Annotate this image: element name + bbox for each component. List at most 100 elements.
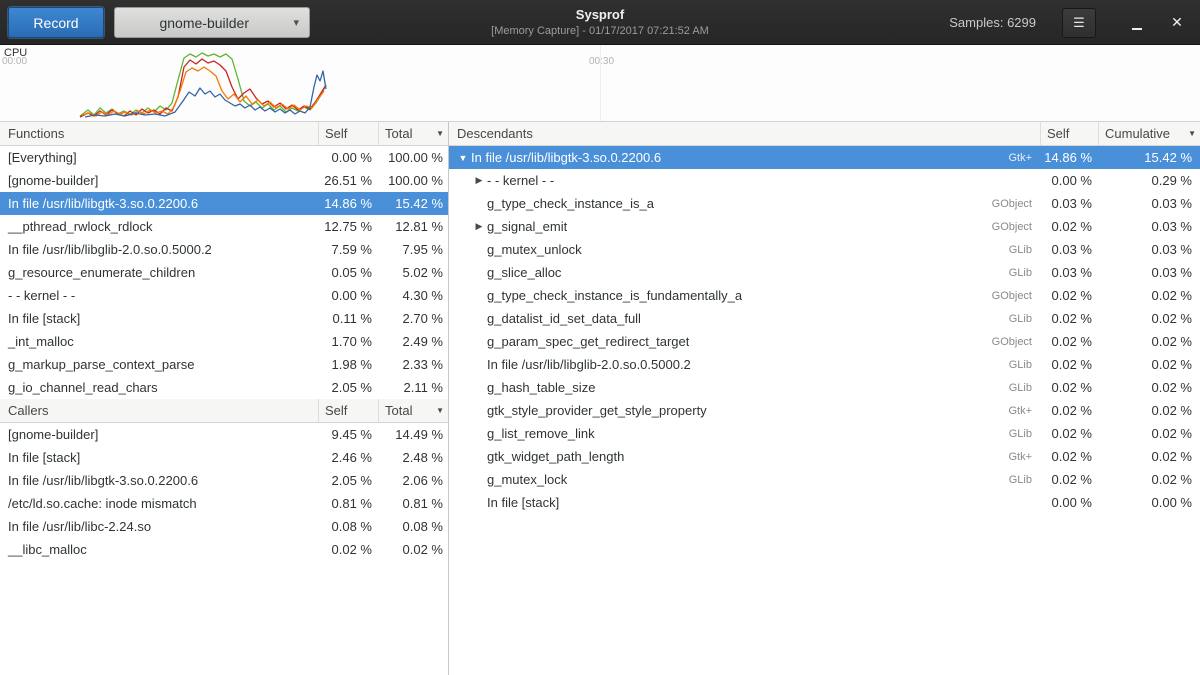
minimize-button[interactable] — [1124, 10, 1150, 36]
function-name: g_mutex_unlock — [487, 242, 582, 257]
table-row[interactable]: g_datalist_id_set_data_fullGLib0.02 %0.0… — [449, 307, 1200, 330]
self-percent: 0.02 % — [1040, 472, 1098, 487]
table-row[interactable]: ▶g_signal_emitGObject0.02 %0.03 % — [449, 215, 1200, 238]
table-row[interactable]: g_param_spec_get_redirect_targetGObject0… — [449, 330, 1200, 353]
table-row[interactable]: _int_malloc1.70 %2.49 % — [0, 330, 448, 353]
function-name: In file [stack] — [487, 495, 559, 510]
total-percent: 100.00 % — [378, 173, 448, 188]
app-title: Sysprof — [491, 7, 709, 22]
hamburger-icon: ☰ — [1073, 15, 1085, 31]
table-row[interactable]: g_mutex_unlockGLib0.03 %0.03 % — [449, 238, 1200, 261]
function-name: g_list_remove_link — [487, 426, 595, 441]
table-row[interactable]: In file [stack]0.00 %0.00 % — [449, 491, 1200, 514]
total-percent: 0.02 % — [378, 542, 448, 557]
function-name: /etc/ld.so.cache: inode mismatch — [0, 496, 318, 511]
cpu-graph[interactable]: CPU 00:00 00:30 — [0, 45, 1200, 122]
table-row[interactable]: ▼In file /usr/lib/libgtk-3.so.0.2200.6Gt… — [449, 146, 1200, 169]
library-label: GLib — [1009, 428, 1040, 440]
callers-header-label: Callers — [8, 403, 48, 418]
table-row[interactable]: - - kernel - -0.00 %4.30 % — [0, 284, 448, 307]
close-button[interactable]: ✕ — [1164, 10, 1190, 36]
table-row[interactable]: In file /usr/lib/libglib-2.0.so.0.5000.2… — [449, 353, 1200, 376]
function-name: In file /usr/lib/libc-2.24.so — [0, 519, 318, 534]
cumulative-percent: 0.02 % — [1098, 426, 1200, 441]
table-row[interactable]: In file [stack]2.46 %2.48 % — [0, 446, 448, 469]
table-row[interactable]: g_hash_table_sizeGLib0.02 %0.02 % — [449, 376, 1200, 399]
table-row[interactable]: [gnome-builder]26.51 %100.00 % — [0, 169, 448, 192]
table-row[interactable]: /etc/ld.so.cache: inode mismatch0.81 %0.… — [0, 492, 448, 515]
function-name: g_resource_enumerate_children — [0, 265, 318, 280]
minimize-icon — [1132, 28, 1142, 30]
function-name: In file /usr/lib/libglib-2.0.so.0.5000.2 — [0, 242, 318, 257]
table-row[interactable]: g_list_remove_linkGLib0.02 %0.02 % — [449, 422, 1200, 445]
table-row[interactable]: In file /usr/lib/libc-2.24.so0.08 %0.08 … — [0, 515, 448, 538]
library-label: GObject — [992, 198, 1040, 210]
self-column-header[interactable]: Self — [318, 122, 378, 145]
function-name: g_hash_table_size — [487, 380, 595, 395]
function-name: g_slice_alloc — [487, 265, 561, 280]
table-row[interactable]: In file /usr/lib/libgtk-3.so.0.2200.62.0… — [0, 469, 448, 492]
table-row[interactable]: In file [stack]0.11 %2.70 % — [0, 307, 448, 330]
callers-total-column-header[interactable]: Total ▼ — [378, 399, 448, 422]
expander-icon[interactable]: ▶ — [471, 175, 487, 186]
table-row[interactable]: __pthread_rwlock_rdlock12.75 %12.81 % — [0, 215, 448, 238]
self-percent: 0.00 % — [318, 288, 378, 303]
table-row[interactable]: g_mutex_lockGLib0.02 %0.02 % — [449, 468, 1200, 491]
descendants-rows: ▼In file /usr/lib/libgtk-3.so.0.2200.6Gt… — [449, 146, 1200, 514]
self-percent: 2.05 % — [318, 473, 378, 488]
descendants-column-header[interactable]: Descendants — [449, 122, 1040, 145]
total-column-header[interactable]: Total ▼ — [378, 122, 448, 145]
table-row[interactable]: gtk_style_provider_get_style_propertyGtk… — [449, 399, 1200, 422]
table-row[interactable]: g_resource_enumerate_children0.05 %5.02 … — [0, 261, 448, 284]
table-row[interactable]: g_type_check_instance_is_aGObject0.03 %0… — [449, 192, 1200, 215]
table-row[interactable]: g_markup_parse_context_parse1.98 %2.33 % — [0, 353, 448, 376]
descendants-self-column-header[interactable]: Self — [1040, 122, 1098, 145]
function-name: In file /usr/lib/libgtk-3.so.0.2200.6 — [471, 150, 661, 165]
function-name: In file /usr/lib/libgtk-3.so.0.2200.6 — [0, 473, 318, 488]
table-row[interactable]: __libc_malloc0.02 %0.02 % — [0, 538, 448, 561]
table-row[interactable]: gtk_widget_path_lengthGtk+0.02 %0.02 % — [449, 445, 1200, 468]
library-label: GLib — [1009, 382, 1040, 394]
functions-column-header[interactable]: Functions — [0, 122, 318, 145]
self-percent: 1.98 % — [318, 357, 378, 372]
self-percent: 0.03 % — [1040, 196, 1098, 211]
library-label: GObject — [992, 221, 1040, 233]
cumulative-percent: 0.03 % — [1098, 219, 1200, 234]
library-label: GObject — [992, 290, 1040, 302]
descendants-panel: Descendants Self Cumulative ▼ ▼In file /… — [449, 122, 1200, 675]
self-percent: 2.46 % — [318, 450, 378, 465]
table-row[interactable]: ▶- - kernel - -0.00 %0.29 % — [449, 169, 1200, 192]
target-selector-button[interactable]: gnome-builder ▾ — [114, 7, 310, 38]
self-percent: 0.02 % — [1040, 380, 1098, 395]
table-row[interactable]: g_io_channel_read_chars2.05 %2.11 % — [0, 376, 448, 399]
table-row[interactable]: g_type_check_instance_is_fundamentally_a… — [449, 284, 1200, 307]
time-label-mid: 00:30 — [589, 56, 614, 67]
self-percent: 0.02 % — [318, 542, 378, 557]
table-row[interactable]: [Everything]0.00 %100.00 % — [0, 146, 448, 169]
function-name: gtk_widget_path_length — [487, 449, 624, 464]
menu-button[interactable]: ☰ — [1062, 8, 1096, 38]
cumulative-percent: 0.02 % — [1098, 288, 1200, 303]
table-row[interactable]: In file /usr/lib/libglib-2.0.so.0.5000.2… — [0, 238, 448, 261]
function-name: [Everything] — [0, 150, 318, 165]
function-name: In file /usr/lib/libgtk-3.so.0.2200.6 — [0, 196, 318, 211]
expander-icon[interactable]: ▼ — [455, 153, 471, 163]
self-percent: 0.05 % — [318, 265, 378, 280]
callers-column-header[interactable]: Callers — [0, 399, 318, 422]
callers-self-column-header[interactable]: Self — [318, 399, 378, 422]
headerbar: Record gnome-builder ▾ Sysprof [Memory C… — [0, 0, 1200, 45]
table-row[interactable]: [gnome-builder]9.45 %14.49 % — [0, 423, 448, 446]
self-percent: 2.05 % — [318, 380, 378, 395]
self-header-label: Self — [325, 126, 347, 141]
cumulative-column-header[interactable]: Cumulative ▼ — [1098, 122, 1200, 145]
cumulative-header-label: Cumulative — [1105, 126, 1170, 141]
self-percent: 0.02 % — [1040, 334, 1098, 349]
title-box: Sysprof [Memory Capture] - 01/17/2017 07… — [491, 7, 709, 37]
table-row[interactable]: g_slice_allocGLib0.03 %0.03 % — [449, 261, 1200, 284]
self-percent: 14.86 % — [1040, 150, 1098, 165]
function-name: In file [stack] — [0, 311, 318, 326]
total-percent: 2.49 % — [378, 334, 448, 349]
record-button[interactable]: Record — [8, 7, 104, 38]
table-row[interactable]: In file /usr/lib/libgtk-3.so.0.2200.614.… — [0, 192, 448, 215]
expander-icon[interactable]: ▶ — [471, 221, 487, 232]
